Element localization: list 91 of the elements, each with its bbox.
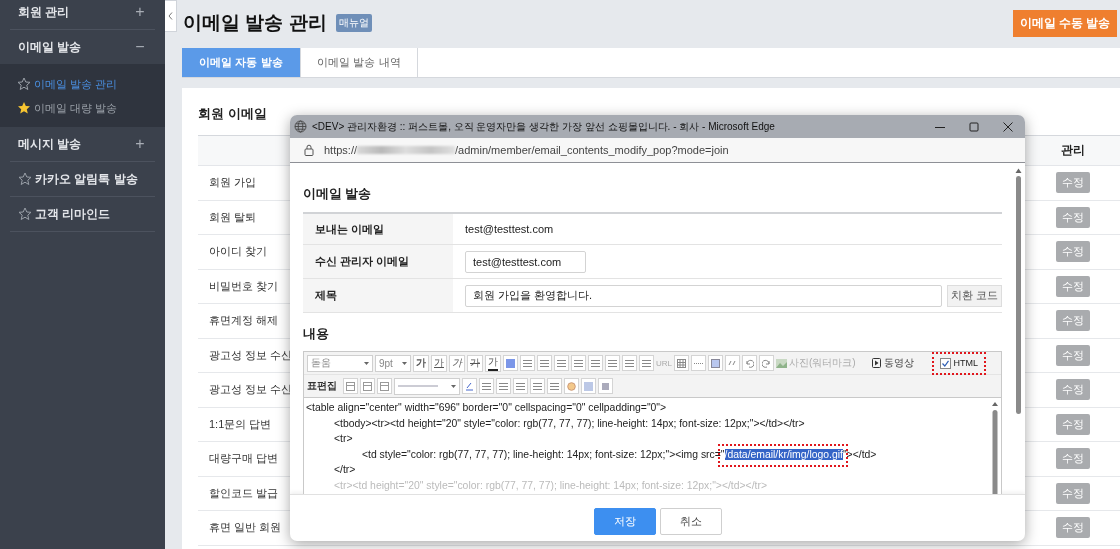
undo-icon[interactable] <box>742 355 757 371</box>
edit-button[interactable]: 수정 <box>1055 482 1090 504</box>
email-input[interactable]: test@testtest.com <box>465 250 586 273</box>
url-text: /admin/member/email_contents_modify_pop?mode=join <box>455 144 729 156</box>
field-value: test@testtest.com <box>465 223 554 235</box>
edit-button[interactable]: 수정 <box>1055 310 1090 332</box>
edit-button[interactable]: 수정 <box>1055 206 1090 228</box>
caret-icon <box>451 384 456 388</box>
edit-button[interactable]: 수정 <box>1055 172 1090 194</box>
column-header: 관리 <box>1059 142 1086 159</box>
html-checkbox[interactable] <box>939 357 951 369</box>
table-cell-text: 휴면계정 해제 <box>208 313 279 329</box>
manual-badge[interactable]: 매뉴얼 <box>335 14 372 32</box>
highlight-color-button[interactable] <box>503 355 518 371</box>
code-line: </tr> <box>333 463 356 478</box>
table-row-icon[interactable] <box>343 378 358 394</box>
edit-button[interactable]: 수정 <box>1055 379 1090 401</box>
table-edit-label: 표편집 <box>307 379 337 393</box>
edit-button[interactable]: 수정 <box>1055 344 1090 366</box>
quote-icon[interactable] <box>725 355 740 371</box>
table-cell-text: 회원 가입 <box>208 175 257 191</box>
link-button[interactable]: URL <box>656 358 672 368</box>
save-button[interactable]: 저장 <box>593 508 656 535</box>
chevron-left-icon <box>168 12 173 20</box>
field-label: 제목 <box>315 288 337 303</box>
format-button[interactable]: 가 <box>485 354 501 372</box>
size-select[interactable]: 9pt <box>375 354 411 372</box>
code-line: <tr><td height="20" style="color: rgb(77, 77, 77); line-height: 14px; font-size: 12px;"></td></tr> <box>333 478 767 493</box>
caret-icon <box>364 361 369 365</box>
table-cell-text: 회원 탈퇴 <box>208 209 257 225</box>
align-left-icon[interactable] <box>520 355 535 371</box>
code-line: <tr> <box>333 432 353 447</box>
align-center-icon[interactable] <box>537 355 552 371</box>
section-title: 회원 이메일 <box>198 105 267 123</box>
edit-button[interactable]: 수정 <box>1055 448 1090 470</box>
subject-input[interactable]: 회원 가입을 환영합니다. <box>465 284 942 307</box>
edit-button[interactable]: 수정 <box>1055 275 1090 297</box>
table-cell-text: 할인코드 발급 <box>208 485 279 501</box>
format-button[interactable]: 가 <box>431 354 447 372</box>
line-icon <box>398 385 438 387</box>
table-cell-text: 1:1문의 답변 <box>208 416 272 432</box>
manual-send-button[interactable]: 이메일 수동 발송 <box>1013 9 1117 37</box>
field-label: 수신 관리자 이메일 <box>315 254 410 269</box>
table-icon[interactable] <box>674 355 689 371</box>
color-swatch-icon <box>506 358 515 368</box>
table-cell-text: 비밀번호 찾기 <box>208 278 279 294</box>
table-cell-text: 광고성 정보 수신 <box>208 382 293 398</box>
html-label: HTML <box>953 358 978 368</box>
sidebar-item[interactable]: 카카오 알림톡 발송 <box>35 170 138 188</box>
window-title: <DEV> 관리자환경 :: 퍼스트몰, 오직 운영자만을 생각한 가장 앞선 쇼핑몰입니다. - 회사 - Microsoft Edge <box>312 119 776 134</box>
format-button[interactable]: 가 <box>467 354 483 372</box>
text-box-icon[interactable] <box>708 355 723 371</box>
sidebar-item[interactable]: 메시지 발송 + <box>10 127 155 162</box>
maximize-icon <box>969 121 979 132</box>
edit-button[interactable]: 수정 <box>1055 413 1090 435</box>
align-justify-icon[interactable] <box>571 355 586 371</box>
sidebar-item[interactable]: 고객 리마인드 <box>35 205 111 223</box>
table-cell-text: 대량구매 답변 <box>208 451 279 467</box>
table-cell-text: 아이디 찾기 <box>208 244 268 260</box>
sidebar-item[interactable]: 회원 관리 + <box>10 0 155 30</box>
section-label: 내용 <box>303 326 330 343</box>
close-icon <box>1003 121 1013 132</box>
cancel-button[interactable]: 취소 <box>659 508 722 535</box>
table-cell-text: 휴면 일반 회원 <box>208 520 282 536</box>
tab[interactable]: 이메일 자동 발송 <box>182 48 301 77</box>
format-button[interactable]: 가 <box>413 354 429 372</box>
play-icon <box>871 358 881 369</box>
sidebar-item[interactable]: 이메일 발송 − <box>10 30 155 64</box>
check-icon <box>941 359 949 367</box>
code-line: <table align="center" width="696" border="0" cellspacing="0" cellpadding="0"> <box>306 401 667 415</box>
photo-button[interactable]: 사진(워터마크) <box>776 356 856 370</box>
edit-button[interactable]: 수정 <box>1055 241 1090 263</box>
page-title: 이메일 발송 관리 <box>183 11 327 35</box>
border-color-icon[interactable] <box>462 378 477 394</box>
video-button[interactable]: 동영상 <box>871 356 914 370</box>
caret-icon <box>402 361 407 365</box>
submenu-item[interactable]: 이메일 발송 관리 <box>34 76 118 92</box>
align-right-icon[interactable] <box>554 355 569 371</box>
globe-icon <box>294 120 307 133</box>
font-select[interactable]: 돋움 <box>307 354 373 372</box>
submenu-item[interactable]: 이메일 대량 발송 <box>34 100 118 116</box>
table-cell-text: 광고성 정보 수신 <box>208 347 293 363</box>
format-button[interactable]: 가 <box>449 354 465 372</box>
code-line: <tbody><tr><td height="20" style="color: rgb(77, 77, 77); line-height: 14px; font-size: 12px;"></td></tr> <box>333 416 805 431</box>
replace-code-button[interactable]: 치환 코드 <box>947 284 1002 307</box>
form-title: 이메일 발송 <box>303 186 373 203</box>
url-text: https:// <box>324 144 358 156</box>
field-label: 보내는 이메일 <box>315 221 385 237</box>
redo-icon[interactable] <box>759 355 774 371</box>
edit-button[interactable]: 수정 <box>1055 517 1090 539</box>
lock-icon <box>304 144 314 156</box>
